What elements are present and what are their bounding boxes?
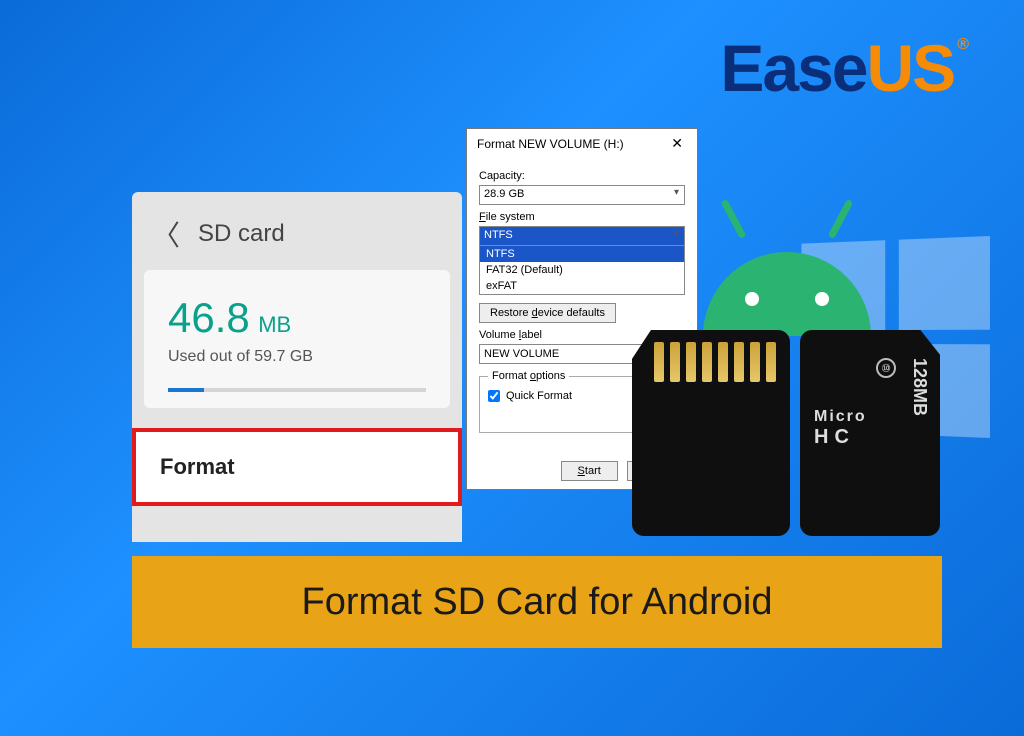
used-unit: MB [258,312,291,337]
filesystem-dropdown: NTFS FAT32 (Default) exFAT [479,246,685,295]
easeus-logo: EaseUS® [720,30,964,106]
title-banner: Format SD Card for Android [132,556,942,648]
filesystem-selected: NTFS [479,226,685,246]
used-amount: 46.8 MB [168,294,426,342]
format-options-label: Format options [488,370,569,382]
sd-capacity: 128MB [909,358,930,416]
used-subtext: Used out of 59.7 GB [168,348,426,366]
close-icon[interactable]: ✕ [665,135,689,152]
sd-card-front [632,330,790,536]
class-mark: ⑩ [876,358,896,378]
fs-option-fat32[interactable]: FAT32 (Default) [480,262,684,278]
micro-sd-card: ⑩ 128MB Micro HC [800,330,940,536]
format-option[interactable]: Format [132,428,462,506]
restore-defaults-button[interactable]: Restore device defaults [479,303,616,323]
dialog-titlebar: Format NEW VOLUME (H:) ✕ [467,129,697,158]
dialog-title: Format NEW VOLUME (H:) [477,137,624,151]
registered-mark: ® [957,36,967,53]
capacity-label: Capacity: [479,170,685,182]
storage-card: 46.8 MB Used out of 59.7 GB [144,270,450,408]
filesystem-select[interactable]: NTFS [479,226,685,246]
android-icon [692,206,882,336]
used-value: 46.8 [168,294,250,341]
android-sd-panel: 〈 SD card 46.8 MB Used out of 59.7 GB Fo… [132,192,462,542]
logo-part1: Ease [720,31,866,105]
panel-title: SD card [198,220,285,248]
sd-brand: Micro HC [814,408,867,449]
usage-bar [168,388,426,392]
filesystem-label: FFile systemile system [479,211,685,223]
back-icon[interactable]: 〈 [152,214,180,254]
fs-option-ntfs[interactable]: NTFS [480,246,684,262]
capacity-select[interactable]: 28.9 GB [479,185,685,205]
quick-format-checkbox[interactable] [488,390,500,402]
fs-option-exfat[interactable]: exFAT [480,278,684,294]
logo-part2: US [867,31,955,105]
start-button[interactable]: Start [561,461,618,481]
capacity-value: 28.9 GB [479,185,685,205]
panel-header: 〈 SD card [132,192,462,270]
quick-format-label: Quick Format [506,390,572,402]
banner-text: Format SD Card for Android [302,581,773,624]
